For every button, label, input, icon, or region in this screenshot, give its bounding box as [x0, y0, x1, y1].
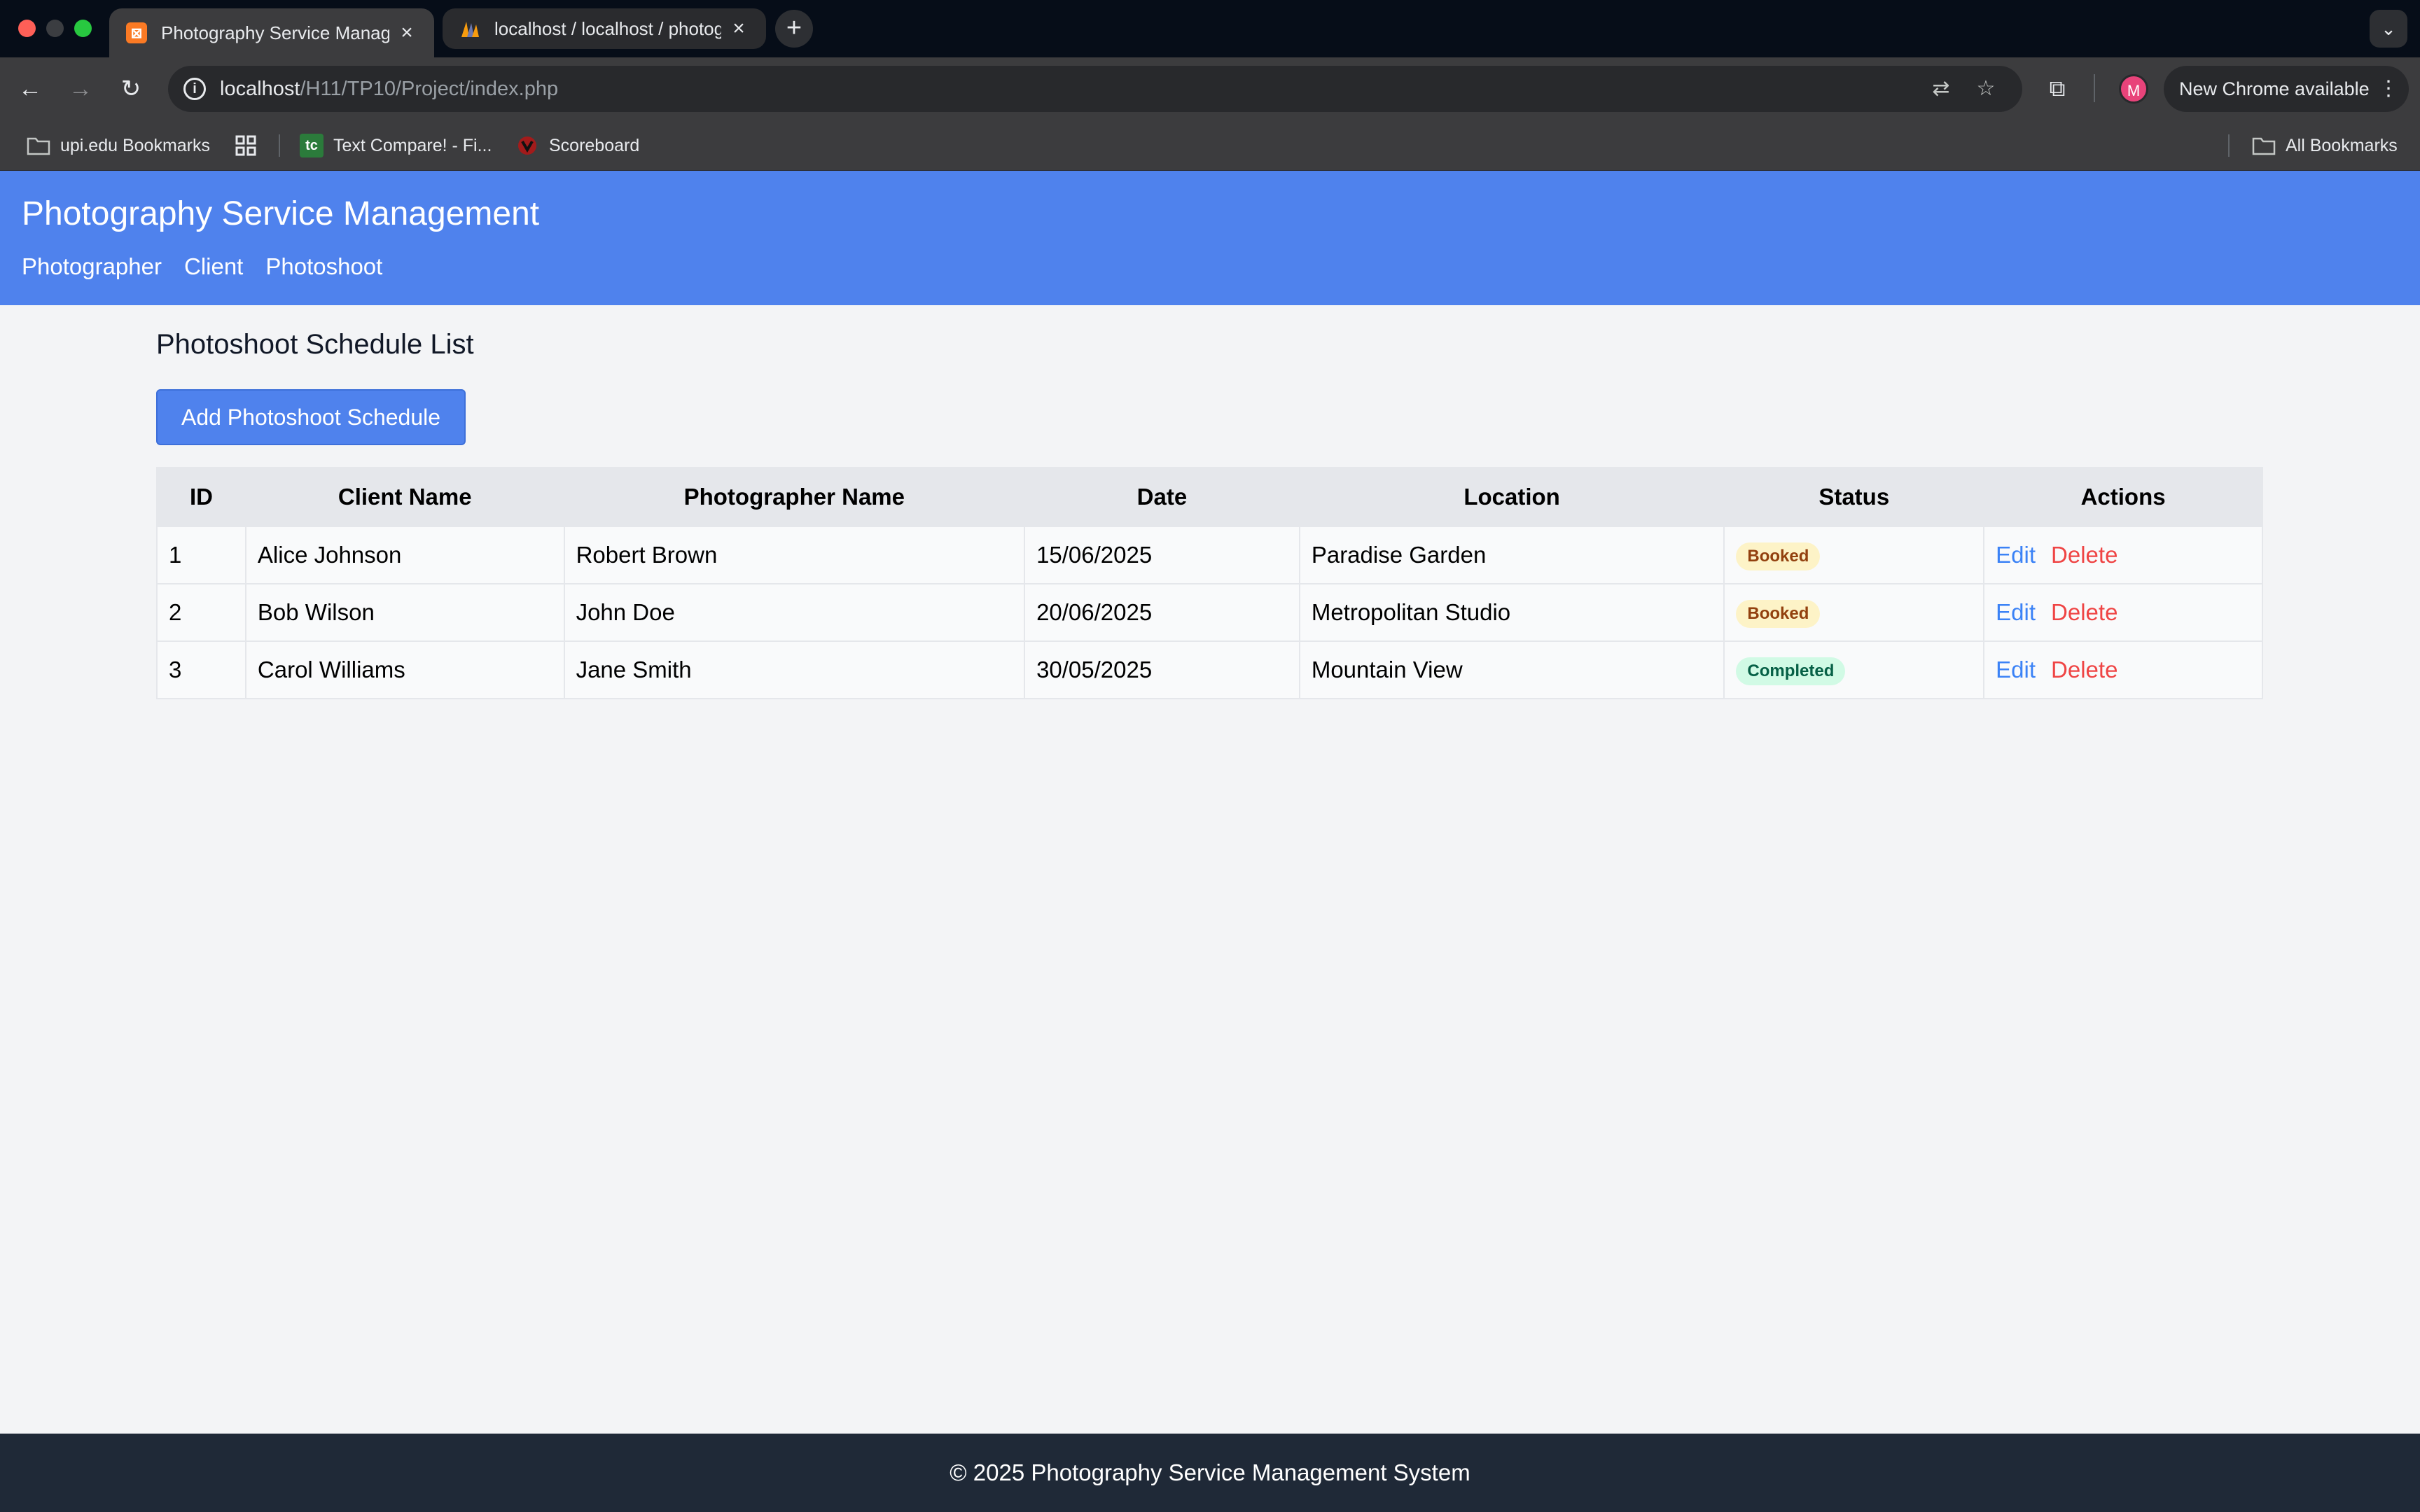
cell-client-name: Alice Johnson [244, 526, 565, 584]
column-header-client-name: Client Name [244, 467, 565, 527]
tab-phpmyadmin[interactable]: localhost / localhost / photogr × [443, 8, 766, 49]
scoreboard-icon [515, 134, 539, 158]
toolbar-divider [2094, 74, 2095, 102]
cell-actions: Edit Delete [1983, 526, 2263, 584]
site-info-icon[interactable]: i [183, 78, 206, 100]
window-maximize-button[interactable] [74, 20, 92, 37]
cell-client-name: Carol Williams [244, 640, 565, 699]
cell-client-name: Bob Wilson [244, 583, 565, 642]
cell-id: 1 [156, 526, 246, 584]
chrome-update-label: New Chrome available [2179, 78, 2370, 99]
window-close-button[interactable] [18, 20, 36, 37]
delete-link[interactable]: Delete [2051, 542, 2118, 568]
cell-photographer-name: Jane Smith [563, 640, 1026, 699]
nav-link-photoshoot[interactable]: Photoshoot [265, 253, 382, 280]
delete-link[interactable]: Delete [2051, 599, 2118, 625]
apps-grid-button[interactable] [234, 120, 267, 171]
cell-id: 3 [156, 640, 246, 699]
tab-title: Photography Service Manage [161, 22, 389, 43]
bookmark-upi-edu[interactable]: upi.edu Bookmarks [27, 120, 210, 171]
cell-location: Metropolitan Studio [1298, 583, 1725, 642]
status-badge: Booked [1736, 599, 1821, 628]
status-badge: Booked [1736, 542, 1821, 570]
star-bookmark-icon[interactable]: ☆ [1973, 76, 1998, 102]
table-header-row: ID Client Name Photographer Name Date Lo… [156, 467, 2263, 527]
tab-search-chevron-icon[interactable]: ⌄ [2370, 10, 2407, 48]
cell-status: Booked [1723, 526, 1985, 584]
chrome-update-button[interactable]: New Chrome available ⋮ [2164, 66, 2409, 112]
cell-id: 2 [156, 583, 246, 642]
cell-actions: Edit Delete [1983, 640, 2263, 699]
cell-status: Completed [1723, 640, 1985, 699]
bookmarks-bar: upi.edu Bookmarks tc Text Compare! - Fi.… [0, 120, 2420, 171]
window-minimize-button[interactable] [46, 20, 64, 37]
table-row: 2 Bob Wilson John Doe 20/06/2025 Metropo… [156, 583, 2263, 642]
cell-status: Booked [1723, 583, 1985, 642]
bookmarks-divider [2228, 134, 2230, 157]
apps-grid-icon [234, 134, 258, 158]
folder-icon [2252, 134, 2276, 158]
column-header-location: Location [1298, 467, 1725, 527]
bookmark-label: Scoreboard [549, 135, 640, 155]
schedule-table: ID Client Name Photographer Name Date Lo… [156, 467, 2263, 699]
back-arrow-icon[interactable]: ← [14, 73, 46, 105]
bookmark-text-compare[interactable]: tc Text Compare! - Fi... [300, 120, 492, 171]
table-row: 3 Carol Williams Jane Smith 30/05/2025 M… [156, 640, 2263, 699]
bookmarks-divider [279, 134, 280, 157]
bookmark-label: All Bookmarks [2286, 135, 2398, 155]
cell-location: Mountain View [1298, 640, 1725, 699]
page-title: Photoshoot Schedule List [156, 329, 474, 360]
edit-link[interactable]: Edit [1996, 657, 2036, 682]
cell-photographer-name: Robert Brown [563, 526, 1026, 584]
cell-date: 30/05/2025 [1024, 640, 1300, 699]
cell-date: 15/06/2025 [1024, 526, 1300, 584]
column-header-photographer-name: Photographer Name [563, 467, 1026, 527]
column-header-id: ID [156, 467, 246, 527]
bookmark-scoreboard[interactable]: Scoreboard [515, 120, 639, 171]
add-photoshoot-schedule-button[interactable]: Add Photoshoot Schedule [156, 389, 466, 445]
reload-icon[interactable]: ↻ [115, 73, 147, 105]
edit-link[interactable]: Edit [1996, 542, 2036, 568]
close-icon[interactable]: × [728, 17, 749, 41]
tab-title: localhost / localhost / photogr [494, 18, 721, 39]
cell-location: Paradise Garden [1298, 526, 1725, 584]
textcompare-icon: tc [300, 134, 324, 158]
all-bookmarks-button[interactable]: All Bookmarks [2252, 120, 2398, 171]
menu-kebab-icon[interactable]: ⋮ [2378, 66, 2399, 112]
bookmark-label: upi.edu Bookmarks [60, 135, 211, 155]
close-icon[interactable]: × [396, 21, 417, 45]
column-header-actions: Actions [1983, 467, 2263, 527]
delete-link[interactable]: Delete [2051, 657, 2118, 682]
forward-arrow-icon[interactable]: → [64, 73, 97, 105]
translate-icon[interactable]: ⇄ [1928, 76, 1954, 102]
edit-link[interactable]: Edit [1996, 599, 2036, 625]
site-footer: © 2025 Photography Service Management Sy… [0, 1434, 2420, 1512]
nav-link-client[interactable]: Client [184, 253, 243, 280]
site-nav: Photographer Client Photoshoot [22, 253, 382, 280]
profile-avatar[interactable]: M [2119, 74, 2148, 104]
cell-date: 20/06/2025 [1024, 583, 1300, 642]
status-badge: Completed [1736, 657, 1846, 685]
phpmyadmin-icon [459, 18, 480, 39]
site-title: Photography Service Management [22, 195, 540, 232]
xampp-icon: ⊠ [126, 22, 147, 43]
column-header-date: Date [1024, 467, 1300, 527]
tab-photography-service[interactable]: ⊠ Photography Service Manage × [109, 8, 434, 57]
site-header: Photography Service Management Photograp… [0, 171, 2420, 305]
column-header-status: Status [1723, 467, 1985, 527]
nav-link-photographer[interactable]: Photographer [22, 253, 162, 280]
table-row: 1 Alice Johnson Robert Brown 15/06/2025 … [156, 526, 2263, 584]
address-bar[interactable]: i localhost/H11/TP10/Project/index.php ⇄… [168, 66, 2022, 112]
bookmark-label: Text Compare! - Fi... [333, 135, 492, 155]
url-text[interactable]: localhost/H11/TP10/Project/index.php [220, 66, 558, 112]
cell-photographer-name: John Doe [563, 583, 1026, 642]
managed-folder-icon [27, 134, 50, 158]
extensions-puzzle-icon[interactable]: ⧉ [2043, 74, 2071, 102]
cell-actions: Edit Delete [1983, 583, 2263, 642]
browser-tab-strip: ⊠ Photography Service Manage × localhost… [0, 0, 2420, 57]
new-tab-button[interactable]: + [775, 10, 813, 48]
